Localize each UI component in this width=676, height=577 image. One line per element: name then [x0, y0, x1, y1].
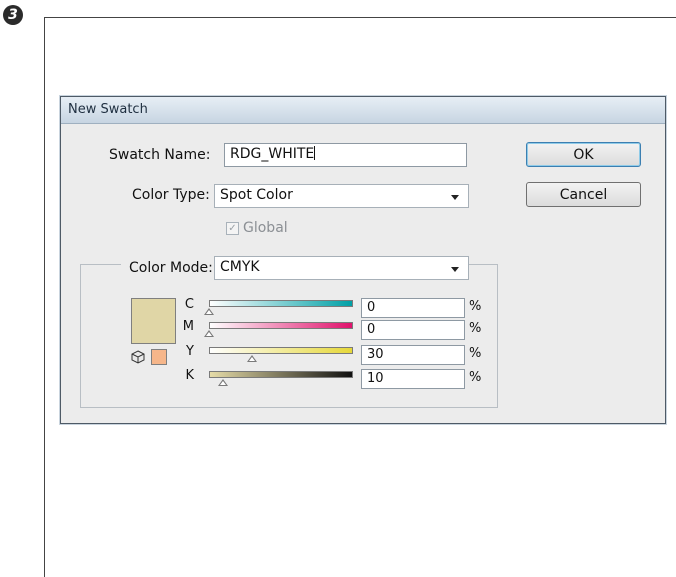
frame-left-line	[44, 17, 45, 577]
frame-top-line	[44, 17, 676, 18]
percent-sign: %	[469, 370, 482, 385]
new-swatch-dialog: New Swatch Swatch Name: RDG_WHITE Color …	[60, 96, 666, 424]
channel-value-input[interactable]: 0	[361, 320, 465, 340]
slider-handle[interactable]	[247, 355, 258, 362]
percent-sign: %	[469, 346, 482, 361]
global-checkbox[interactable]: ✓	[226, 222, 239, 235]
color-mode-select[interactable]: CMYK	[214, 256, 469, 280]
channel-label: K	[185, 368, 194, 383]
channel-label: M	[182, 319, 194, 334]
color-mode-value: CMYK	[220, 259, 260, 275]
channel-value-input[interactable]: 10	[361, 369, 465, 389]
chevron-down-icon	[451, 195, 459, 200]
global-checkbox-label: Global	[243, 220, 288, 236]
slider-handle[interactable]	[218, 379, 229, 386]
channel-slider-track[interactable]	[209, 300, 353, 307]
cancel-button[interactable]: Cancel	[526, 182, 641, 207]
text-cursor	[314, 146, 316, 160]
channel-slider-track[interactable]	[209, 322, 353, 329]
swatch-name-value: RDG_WHITE	[230, 146, 315, 162]
swatch-name-label: Swatch Name:	[109, 147, 211, 163]
channel-slider-track[interactable]	[209, 371, 353, 378]
color-type-select[interactable]: Spot Color	[214, 184, 469, 208]
color-mode-label: Color Mode:	[121, 260, 221, 276]
ok-button[interactable]: OK	[526, 142, 641, 167]
channel-value-input[interactable]: 0	[361, 298, 465, 318]
dialog-title: New Swatch	[68, 102, 148, 117]
out-of-gamut-swatch[interactable]	[151, 349, 167, 365]
slider-handle[interactable]	[204, 330, 214, 337]
channel-label: Y	[186, 344, 194, 359]
color-type-label: Color Type:	[132, 187, 210, 203]
percent-sign: %	[469, 321, 482, 336]
channel-value-input[interactable]: 30	[361, 345, 465, 365]
percent-sign: %	[469, 299, 482, 314]
chevron-down-icon	[451, 267, 459, 272]
dialog-titlebar[interactable]: New Swatch	[61, 97, 665, 124]
color-preview-swatch	[131, 298, 176, 344]
channel-slider-track[interactable]	[209, 347, 353, 354]
swatch-name-input[interactable]: RDG_WHITE	[224, 143, 467, 167]
channel-label: C	[184, 297, 194, 312]
color-type-value: Spot Color	[220, 187, 293, 203]
step-number-badge: 3	[3, 5, 23, 25]
slider-handle[interactable]	[204, 308, 214, 315]
gamut-cube-icon[interactable]	[131, 350, 145, 364]
